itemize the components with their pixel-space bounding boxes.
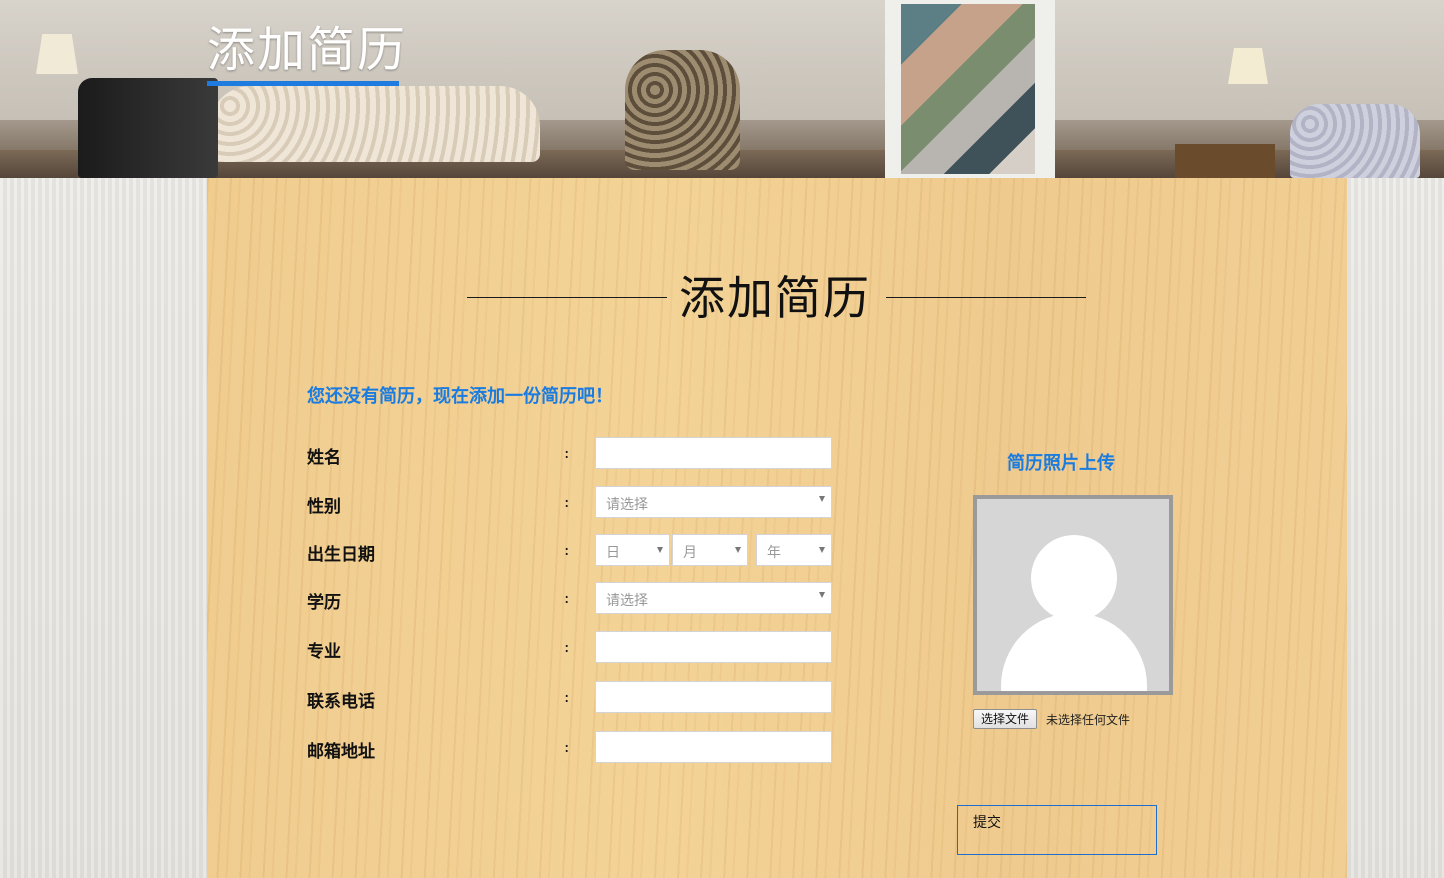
lamp-image: [36, 34, 78, 74]
lamp-image: [1228, 48, 1268, 84]
photo-upload-title: 简历照片上传: [1007, 453, 1115, 474]
education-label: 学历: [307, 593, 341, 613]
birth-year-select[interactable]: 年: [756, 534, 832, 566]
phone-label: 联系电话: [307, 692, 375, 712]
major-label: 专业: [307, 642, 341, 662]
colon: :: [564, 737, 570, 756]
major-input[interactable]: [595, 631, 832, 663]
submit-label: 提交: [973, 815, 1001, 831]
gender-label: 性别: [307, 497, 341, 517]
avatar-body-icon: [1001, 613, 1147, 691]
tv-image: [78, 78, 218, 178]
name-label: 姓名: [307, 448, 341, 468]
colon: :: [564, 443, 570, 462]
banner-title-underline: [207, 81, 399, 86]
submit-button[interactable]: 提交: [957, 805, 1157, 855]
colon: :: [564, 492, 570, 511]
file-status-text: 未选择任何文件: [1046, 713, 1131, 727]
heading-divider-right: [886, 297, 1086, 298]
name-input[interactable]: [595, 437, 832, 469]
education-select[interactable]: 请选择: [595, 582, 832, 614]
painting-image: [885, 0, 1055, 178]
colon: :: [564, 687, 570, 706]
colon: :: [564, 588, 570, 607]
banner-title: 添加简历: [207, 22, 408, 78]
avatar-placeholder: [973, 495, 1173, 695]
caret-down-icon: [819, 592, 825, 598]
colon: :: [564, 540, 570, 559]
sofa-image: [210, 86, 540, 162]
caret-down-icon: [657, 547, 663, 553]
resume-form-panel: 添加简历 您还没有简历，现在添加一份简历吧！ 姓名 : 性别 : 请选择 出生日…: [207, 178, 1347, 878]
armchair-image: [625, 50, 740, 170]
armchair-image: [1290, 104, 1420, 178]
avatar-head-icon: [1031, 535, 1117, 621]
caret-down-icon: [819, 547, 825, 553]
gender-select[interactable]: 请选择: [595, 486, 832, 518]
year-placeholder: 年: [767, 545, 781, 561]
birthdate-label: 出生日期: [307, 545, 375, 565]
email-label: 邮箱地址: [307, 742, 375, 762]
section-heading: 添加简历: [467, 262, 1087, 325]
email-input[interactable]: [595, 731, 832, 763]
heading-divider-left: [467, 297, 667, 298]
phone-input[interactable]: [595, 681, 832, 713]
birth-month-select[interactable]: 月: [672, 534, 748, 566]
birth-day-select[interactable]: 日: [595, 534, 670, 566]
header-banner: 添加简历: [0, 0, 1444, 178]
month-placeholder: 月: [683, 545, 697, 561]
caret-down-icon: [819, 496, 825, 502]
page-title: 添加简历: [679, 271, 871, 325]
no-resume-notice: 您还没有简历，现在添加一份简历吧！: [307, 386, 613, 407]
choose-file-button[interactable]: 选择文件: [973, 709, 1038, 729]
colon: :: [564, 637, 570, 656]
caret-down-icon: [735, 547, 741, 553]
day-placeholder: 日: [606, 545, 620, 561]
gender-select-placeholder: 请选择: [606, 497, 648, 513]
side-table-image: [1175, 144, 1275, 178]
education-select-placeholder: 请选择: [606, 593, 648, 609]
